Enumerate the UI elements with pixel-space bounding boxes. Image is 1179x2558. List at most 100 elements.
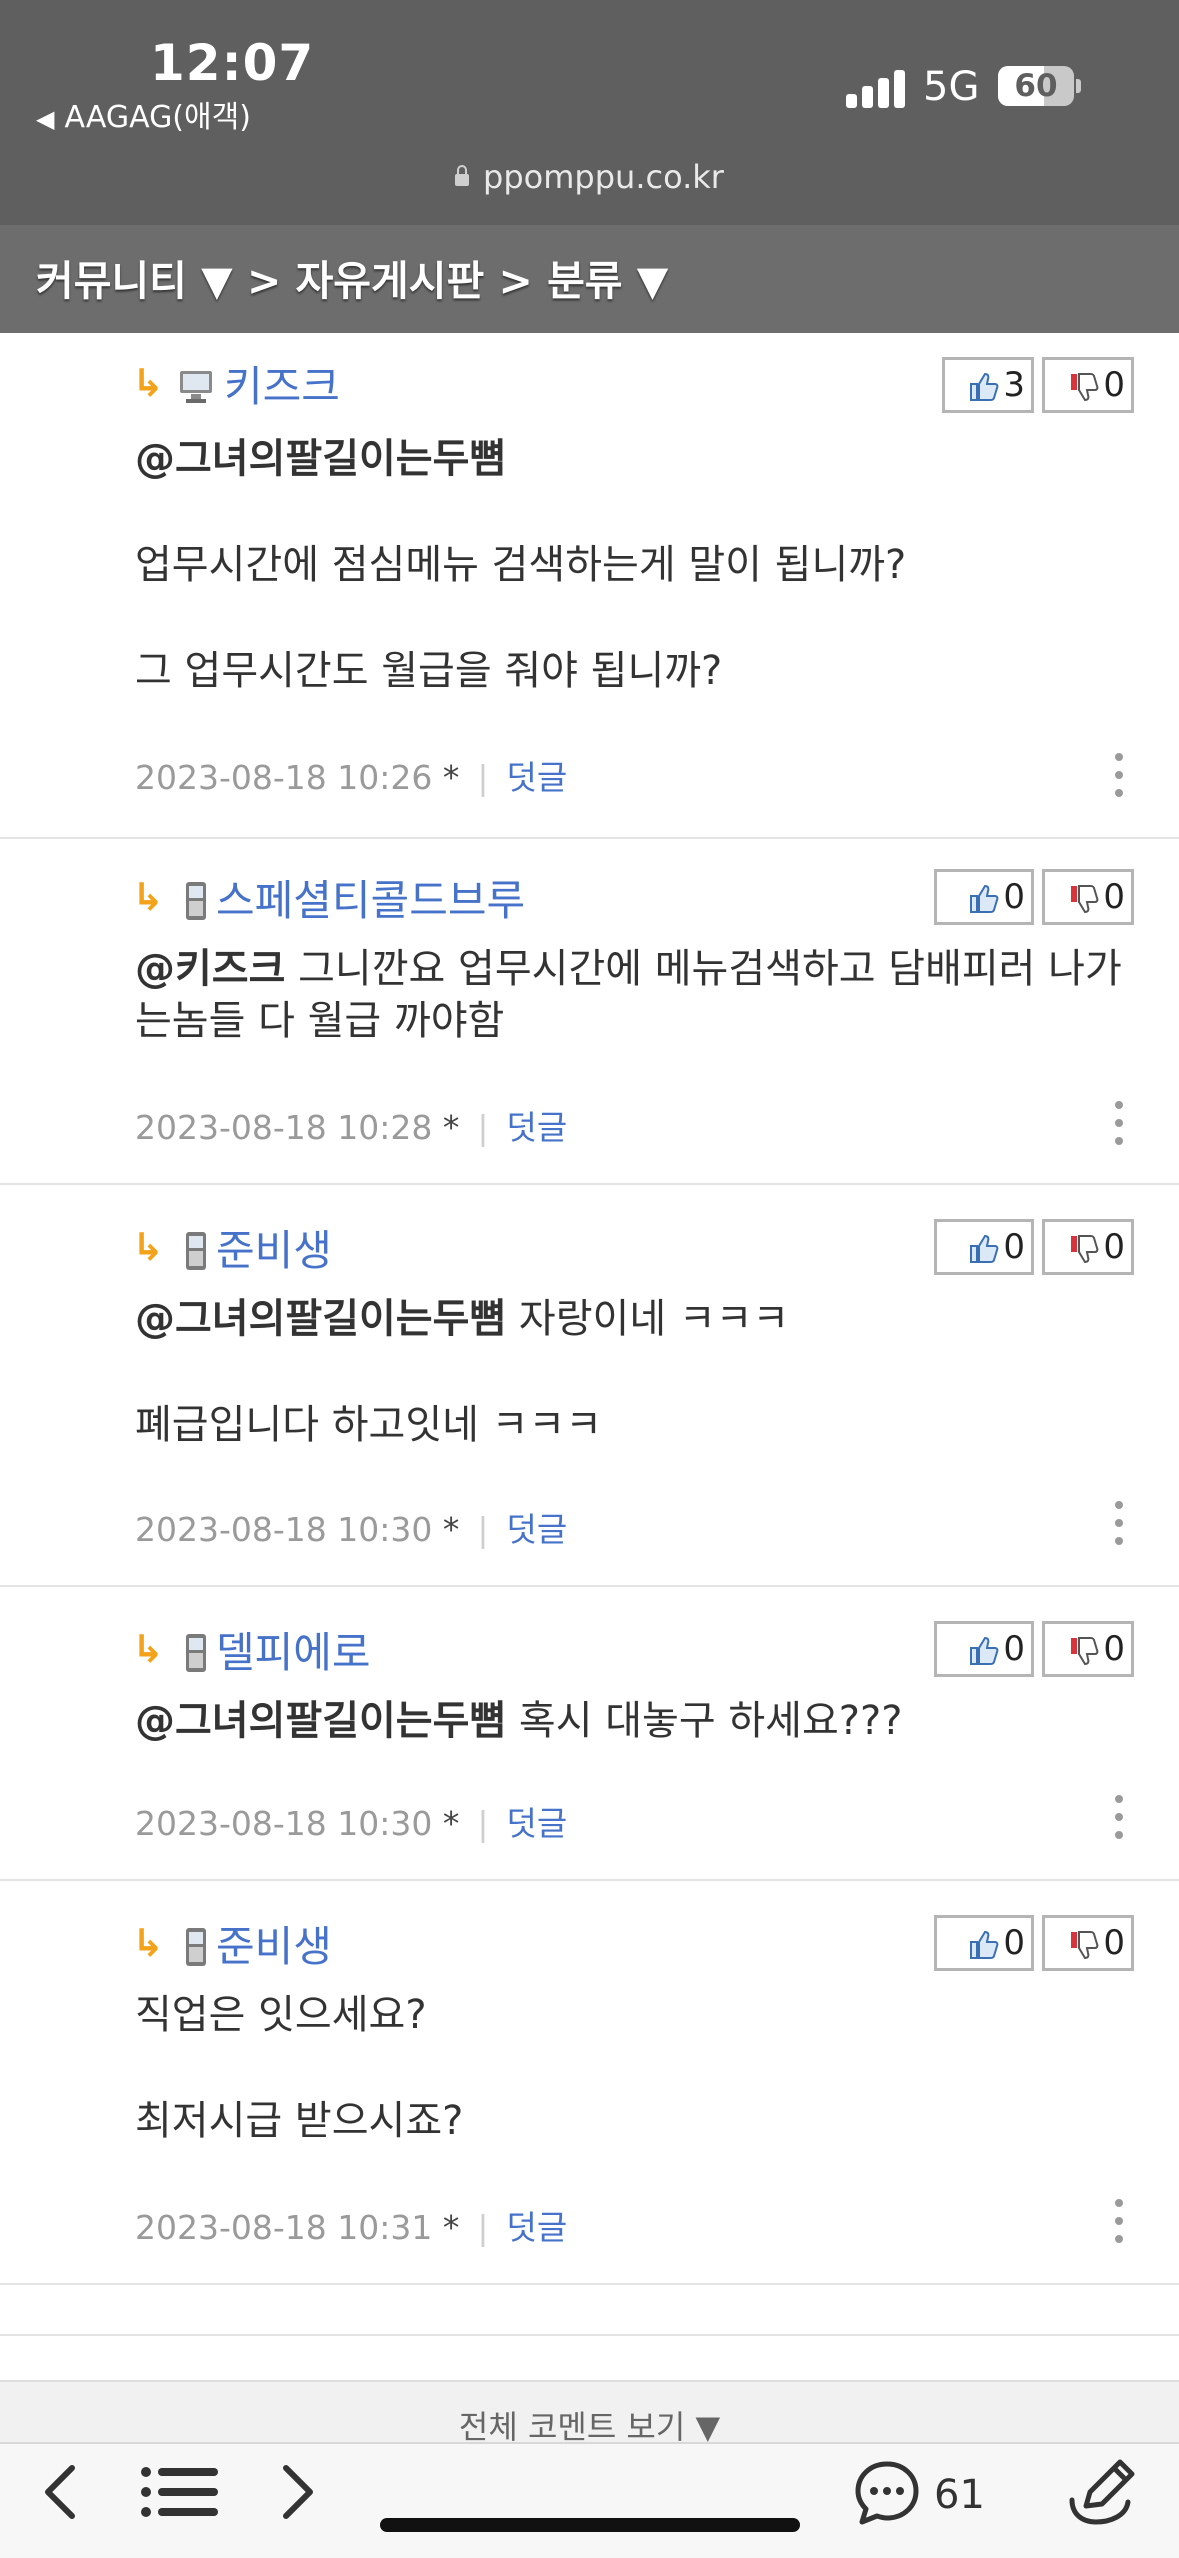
home-indicator	[380, 2518, 800, 2532]
reply-link[interactable]: 덧글	[507, 1804, 568, 1843]
thumbs-down-icon	[1071, 1234, 1099, 1263]
thumbs-down-icon	[1071, 1930, 1099, 1959]
like-count: 0	[1003, 1629, 1025, 1669]
more-options-icon[interactable]	[1115, 1101, 1123, 1145]
comment-author[interactable]: 준비생	[216, 1913, 332, 1974]
reply-link[interactable]: 덧글	[507, 2208, 568, 2247]
list-icon[interactable]	[140, 2462, 220, 2522]
dislike-button[interactable]: 0	[1042, 1915, 1134, 1971]
thumbs-up-icon	[970, 372, 999, 401]
comment-line: 자랑이네 ㅋㅋㅋ	[518, 1296, 790, 1342]
more-options-icon[interactable]	[1115, 753, 1123, 797]
mobile-icon	[186, 1634, 206, 1672]
dislike-button[interactable]: 0	[1042, 1219, 1134, 1275]
comment-meta: 2023-08-18 10:28 * | 덧글	[135, 1101, 567, 1149]
dislike-button[interactable]: 0	[1042, 1621, 1134, 1677]
reply-arrow-icon: ↳	[132, 361, 164, 405]
thumbs-up-icon	[970, 1234, 999, 1263]
comment-star: *	[442, 1804, 460, 1843]
reply-link[interactable]: 덧글	[507, 1108, 568, 1147]
mobile-icon	[186, 882, 206, 920]
comment-item: ↳ 준비생 00 @그녀의팔길이는두뼘 자랑이네 ㅋㅋㅋ 폐급입니다 하고잇네 …	[0, 1185, 1179, 1587]
comment-meta: 2023-08-18 10:26 * | 덧글	[135, 751, 567, 799]
back-triangle-icon: ◀	[36, 105, 55, 133]
thumbs-down-icon	[1071, 884, 1099, 913]
back-arrow-icon[interactable]	[38, 2462, 82, 2522]
comment-author[interactable]: 준비생	[216, 1217, 332, 1278]
comment-meta: 2023-08-18 10:30 * | 덧글	[135, 1797, 567, 1845]
like-button[interactable]: 0	[934, 1915, 1034, 1971]
comment-author[interactable]: 키즈크	[224, 353, 340, 414]
comment-author[interactable]: 스페셜티콜드브루	[216, 867, 525, 928]
comment-line: 최저시급 받으시죠?	[135, 2098, 464, 2144]
more-options-icon[interactable]	[1115, 1795, 1123, 1839]
comment-mention[interactable]: @그녀의팔길이는두뼘	[135, 1698, 506, 1744]
view-all-comments-button[interactable]: 전체 코멘트 보기 ▼	[0, 2380, 1179, 2446]
cell-signal-icon	[846, 68, 906, 108]
vote-buttons: 00	[926, 869, 1134, 925]
mobile-icon	[186, 1928, 206, 1966]
meta-divider: |	[477, 1108, 489, 1147]
comment-line: 직업은 잇으세요?	[135, 1992, 427, 2038]
like-button[interactable]: 3	[942, 357, 1034, 413]
comment-body: 직업은 잇으세요? 최저시급 받으시죠?	[135, 1989, 1125, 2147]
more-options-icon[interactable]	[1115, 1501, 1123, 1545]
comment-mention[interactable]: @키즈크	[135, 946, 285, 992]
write-icon[interactable]	[1064, 2456, 1138, 2530]
dislike-button[interactable]: 0	[1042, 869, 1134, 925]
dislike-count: 0	[1103, 365, 1125, 405]
like-button[interactable]: 0	[934, 1219, 1034, 1275]
thumbs-up-icon	[970, 884, 999, 913]
address-bar[interactable]: ppomppu.co.kr	[0, 158, 1179, 196]
comment-star: *	[442, 1510, 460, 1549]
reply-arrow-icon: ↳	[132, 1921, 164, 1965]
comment-star: *	[442, 758, 460, 797]
comment-item: ↳ 스페셜티콜드브루 00 @키즈크 그니깐요 업무시간에 메뉴검색하고 담배피…	[0, 839, 1179, 1185]
comment-author[interactable]: 델피에로	[216, 1619, 371, 1680]
comment-datetime: 2023-08-18 10:30	[135, 1804, 433, 1843]
comment-mention[interactable]: @그녀의팔길이는두뼘	[135, 433, 1125, 485]
like-button[interactable]: 0	[934, 869, 1034, 925]
like-button[interactable]: 0	[934, 1621, 1034, 1677]
comment-item: ↳ 키즈크 30 @그녀의팔길이는두뼘 업무시간에 점심메뉴 검색하는게 말이 …	[0, 333, 1179, 839]
comment-count: 61	[934, 2472, 985, 2518]
dislike-button[interactable]: 0	[1042, 357, 1134, 413]
network-type: 5G	[923, 64, 980, 110]
breadcrumb: 커뮤니티 ▼ > 자유게시판 > 분류 ▼	[0, 225, 1179, 333]
battery-level: 60	[1014, 68, 1058, 104]
comment-datetime: 2023-08-18 10:28	[135, 1108, 433, 1147]
like-count: 3	[1003, 365, 1025, 405]
comment-line: 혹시 대놓구 하세요???	[518, 1698, 903, 1744]
reply-arrow-icon: ↳	[132, 1627, 164, 1671]
more-options-icon[interactable]	[1115, 2199, 1123, 2243]
comment-bubble-icon[interactable]	[852, 2458, 922, 2528]
thumbs-down-icon	[1071, 372, 1099, 401]
vote-buttons: 30	[934, 357, 1134, 413]
battery-nub	[1076, 79, 1081, 93]
bottom-toolbar: 61	[0, 2442, 1179, 2558]
like-count: 0	[1003, 1923, 1025, 1963]
back-to-app-link[interactable]: ◀ AAGAG(애객)	[36, 92, 251, 136]
comment-datetime: 2023-08-18 10:31	[135, 2208, 433, 2247]
comment-item: ↳ 준비생 00 직업은 잇으세요? 최저시급 받으시죠? 2023-08-18…	[0, 1881, 1179, 2285]
vote-buttons: 00	[926, 1621, 1134, 1677]
status-bar: 12:07 ◀ AAGAG(애객) 5G 60	[0, 0, 1179, 155]
reply-link[interactable]: 덧글	[507, 758, 568, 797]
reply-link[interactable]: 덧글	[507, 1510, 568, 1549]
forward-arrow-icon[interactable]	[276, 2462, 320, 2522]
comment-item: ↳ 델피에로 00 @그녀의팔길이는두뼘 혹시 대놓구 하세요??? 2023-…	[0, 1587, 1179, 1881]
vote-buttons: 00	[926, 1915, 1134, 1971]
comment-line: 폐급입니다 하고잇네 ㅋㅋㅋ	[135, 1402, 603, 1448]
breadcrumb-text[interactable]: 커뮤니티 ▼ > 자유게시판 > 분류 ▼	[36, 247, 668, 307]
dislike-count: 0	[1103, 1923, 1125, 1963]
like-count: 0	[1003, 877, 1025, 917]
comment-mention[interactable]: @그녀의팔길이는두뼘	[135, 1296, 506, 1342]
comment-body: @키즈크 그니깐요 업무시간에 메뉴검색하고 담배피러 나가는놈들 다 월급 까…	[135, 943, 1125, 1047]
meta-divider: |	[477, 2208, 489, 2247]
vote-buttons: 00	[926, 1219, 1134, 1275]
mobile-icon	[186, 1232, 206, 1270]
reply-arrow-icon: ↳	[132, 875, 164, 919]
comment-line: 업무시간에 점심메뉴 검색하는게 말이 됩니까?	[135, 542, 907, 588]
comment-body: @그녀의팔길이는두뼘 혹시 대놓구 하세요???	[135, 1695, 1125, 1747]
status-time: 12:07	[150, 34, 315, 92]
